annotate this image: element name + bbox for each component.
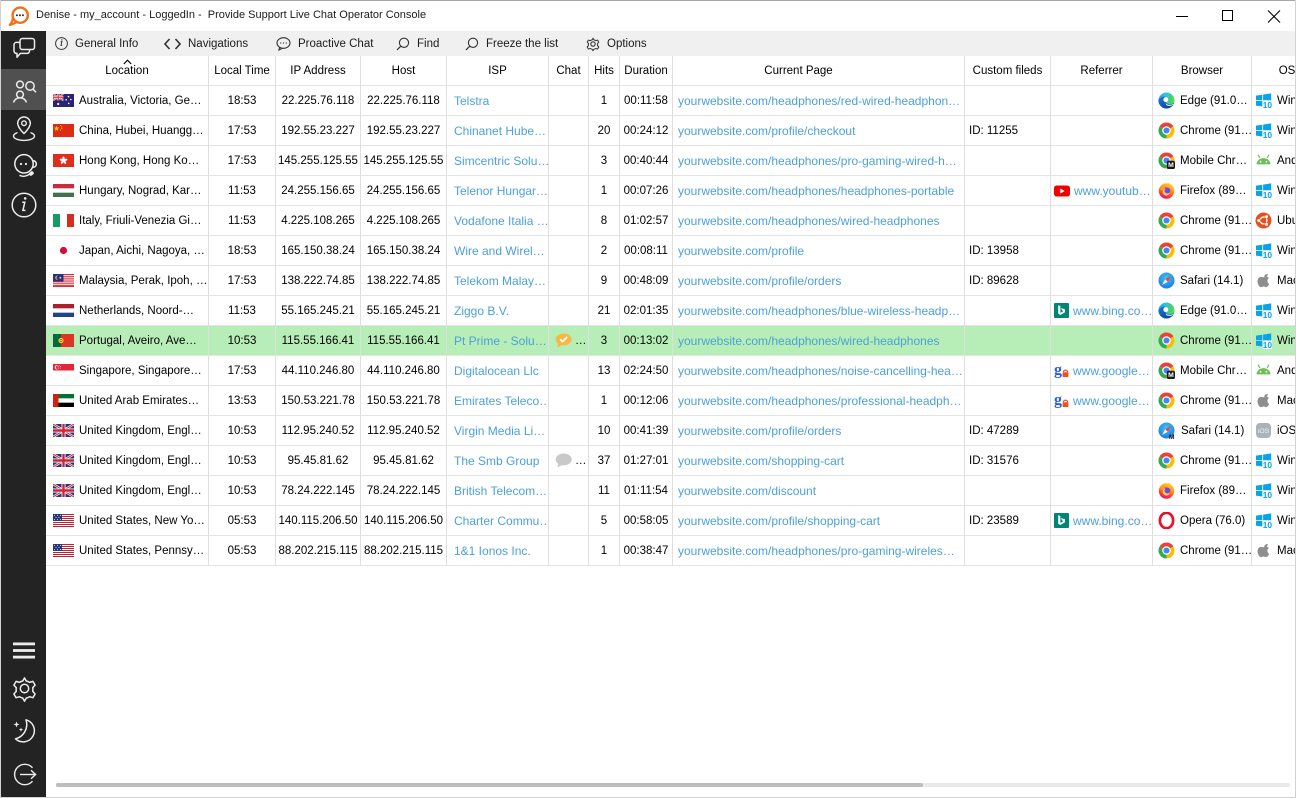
svg-text:10: 10: [1263, 310, 1272, 319]
svg-text:10: 10: [1263, 250, 1272, 259]
svg-text:M: M: [1169, 434, 1175, 440]
svg-text:10: 10: [1263, 130, 1272, 139]
svg-text:10: 10: [1263, 100, 1272, 109]
svg-text:10: 10: [1263, 340, 1272, 349]
svg-text:M: M: [1168, 162, 1174, 169]
svg-text:10: 10: [1263, 520, 1272, 529]
svg-text:g: g: [1054, 393, 1062, 408]
svg-text:iOS: iOS: [1258, 428, 1270, 435]
svg-text:10: 10: [1263, 190, 1272, 199]
svg-text:10: 10: [1263, 460, 1272, 469]
svg-text:M: M: [1168, 372, 1174, 379]
svg-text:g: g: [1054, 363, 1062, 378]
svg-text:10: 10: [1263, 490, 1272, 499]
